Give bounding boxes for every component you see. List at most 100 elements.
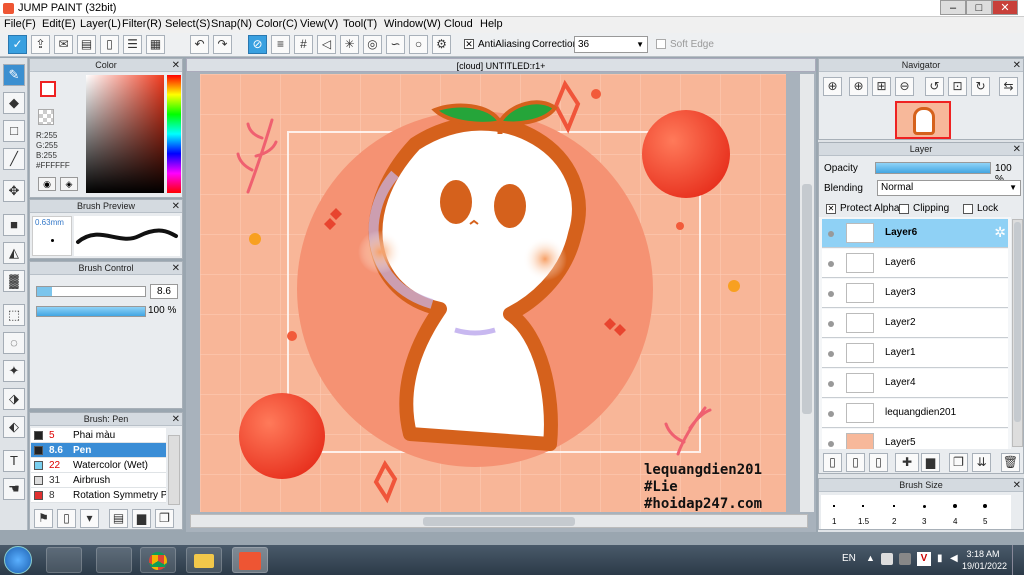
visibility-icon[interactable] — [828, 381, 834, 387]
brush-size-preset[interactable]: 1 — [832, 517, 836, 526]
visibility-icon[interactable] — [828, 411, 834, 417]
brush-item[interactable]: 31 Airbrush — [31, 473, 166, 488]
merge-layer-icon[interactable]: ⇊ — [972, 453, 991, 472]
menu-color[interactable]: Color(C) — [256, 18, 298, 30]
close-button[interactable]: ✕ — [992, 0, 1018, 15]
minimize-button[interactable]: – — [940, 0, 966, 15]
layer-row[interactable]: Layer6 — [822, 249, 1008, 278]
visibility-icon[interactable] — [828, 441, 834, 447]
menu-filter[interactable]: Filter(R) — [122, 18, 162, 30]
brush-group-icon[interactable]: ⚑ — [34, 509, 53, 528]
menu-layer[interactable]: Layer(L) — [80, 18, 121, 30]
saturation-value-picker[interactable] — [86, 75, 164, 193]
layer-row[interactable]: Layer4 — [822, 369, 1008, 398]
redo-icon[interactable]: ↷ — [213, 35, 232, 54]
navigator-thumbnail[interactable] — [895, 101, 951, 139]
copy-brush-icon[interactable]: ❐ — [155, 509, 174, 528]
duplicate-layer-icon[interactable]: ▯ — [869, 453, 888, 472]
menu-tool[interactable]: Tool(T) — [343, 18, 377, 30]
brush-size-slider[interactable] — [36, 286, 146, 297]
menu-cloud[interactable]: Cloud — [444, 18, 473, 30]
show-desktop-button[interactable] — [1012, 545, 1024, 575]
vertical-scrollbar[interactable] — [800, 74, 814, 512]
snap-parallel-icon[interactable]: ≡ — [271, 35, 290, 54]
language-indicator[interactable]: EN — [842, 553, 856, 564]
menu-edit[interactable]: Edit(E) — [42, 18, 76, 30]
folder-icon[interactable] — [186, 547, 222, 573]
zoom-out-icon[interactable]: ⊖ — [895, 77, 914, 96]
menu-file[interactable]: File(F) — [4, 18, 36, 30]
layer-row[interactable]: Layer1 — [822, 339, 1008, 368]
document-tab[interactable]: [cloud] UNTITLED:r1+ — [186, 58, 816, 72]
hand-tool-icon[interactable]: ☚ — [3, 478, 25, 500]
visibility-icon[interactable] — [828, 261, 834, 267]
brush-item[interactable]: 5 Phai màu — [31, 428, 166, 443]
layer-row[interactable]: lequangdien201 — [822, 399, 1008, 428]
tray-v-icon[interactable]: V — [917, 552, 931, 566]
flip-icon[interactable]: ⇆ — [999, 77, 1018, 96]
check-icon[interactable]: ✓ — [8, 35, 27, 54]
bucket-tool-icon[interactable]: ◭ — [3, 242, 25, 264]
start-button[interactable] — [4, 546, 32, 574]
soft-edge-checkbox[interactable] — [656, 39, 666, 49]
layer-row[interactable]: Layer3 — [822, 279, 1008, 308]
zoom-fit-icon[interactable]: ⊕ — [823, 77, 842, 96]
correction-select[interactable]: 36 ▼ — [574, 36, 648, 53]
eyedropper-icon[interactable]: ◈ — [60, 177, 78, 191]
visibility-icon[interactable] — [828, 321, 834, 327]
brush-item[interactable]: 22 Watercolor (Wet) — [31, 458, 166, 473]
layer-row[interactable]: Layer5 — [822, 429, 1008, 449]
fill-rect-tool-icon[interactable]: ■ — [3, 214, 25, 236]
rectangle-tool-icon[interactable]: □ — [3, 120, 25, 142]
menu-view[interactable]: View(V) — [300, 18, 338, 30]
panel-icon[interactable]: ▤ — [77, 35, 96, 54]
menu-select[interactable]: Select(S) — [165, 18, 210, 30]
new-brush-icon[interactable]: ▯ — [57, 509, 76, 528]
palette-icon[interactable]: ◉ — [38, 177, 56, 191]
app-icon[interactable] — [96, 547, 132, 573]
brush-list-scrollbar[interactable] — [168, 435, 180, 505]
comment-icon[interactable]: ✉ — [54, 35, 73, 54]
menu-help[interactable]: Help — [480, 18, 503, 30]
snap-circle-icon[interactable]: ◎ — [363, 35, 382, 54]
lock-checkbox[interactable] — [963, 204, 973, 214]
tray-app-icon[interactable] — [899, 553, 911, 565]
brush-size-preset[interactable]: 4 — [953, 517, 957, 526]
tray-chevron-icon[interactable]: ▲ — [866, 553, 875, 563]
drawing-canvas[interactable]: lequangdien201 #Lie #hoidap247.com — [200, 74, 786, 512]
undo-icon[interactable]: ↶ — [190, 35, 209, 54]
signal-icon[interactable]: ▮ — [937, 553, 943, 564]
brush-settings-icon[interactable]: ▤ — [109, 509, 128, 528]
list-icon[interactable]: ☰ — [123, 35, 142, 54]
brush-size-preset[interactable]: 1.5 — [858, 517, 869, 526]
snap-grid-icon[interactable]: # — [294, 35, 313, 54]
close-icon[interactable]: ✕ — [1013, 59, 1021, 72]
maximize-button[interactable]: □ — [966, 0, 992, 15]
gradient-tool-icon[interactable]: ▓ — [3, 270, 25, 292]
brush-opacity-slider[interactable] — [36, 306, 146, 317]
blending-select[interactable]: Normal ▼ — [877, 180, 1021, 196]
fit-screen-icon[interactable]: ⊞ — [872, 77, 891, 96]
rotate-left-icon[interactable]: ↺ — [925, 77, 944, 96]
reset-view-icon[interactable]: ⊡ — [948, 77, 967, 96]
hue-slider[interactable] — [167, 75, 181, 193]
zoom-in-icon[interactable]: ⊕ — [849, 77, 868, 96]
brush-item[interactable]: 8Rotation Symmetry Pen — [31, 488, 166, 503]
snap-settings-icon[interactable]: ⚙ — [432, 35, 451, 54]
brush-size-value[interactable]: 8.6 — [150, 284, 178, 299]
folder-icon[interactable]: ▆ — [132, 509, 151, 528]
menu-window[interactable]: Window(W) — [384, 18, 441, 30]
layer-list-scrollbar[interactable] — [1012, 219, 1023, 447]
media-player-icon[interactable] — [46, 547, 82, 573]
brush-size-preset[interactable]: 2 — [892, 517, 896, 526]
new-layer-icon[interactable]: ▯ — [823, 453, 842, 472]
gear-icon[interactable]: ✲ — [994, 224, 1006, 241]
layer-row[interactable]: Layer6 ✲ — [822, 219, 1008, 248]
brush-menu-icon[interactable]: ▾ — [80, 509, 99, 528]
brush-item-selected[interactable]: 8.6Pen✲ — [31, 443, 166, 458]
add-layer-menu-icon[interactable]: ✚ — [895, 453, 919, 472]
new-vector-layer-icon[interactable]: ▯ — [846, 453, 865, 472]
brush-size-preset[interactable]: 5 — [983, 517, 987, 526]
folder-icon[interactable]: ▆ — [921, 453, 940, 472]
clock[interactable]: 3:18 AM 19/01/2022 — [962, 548, 1007, 572]
